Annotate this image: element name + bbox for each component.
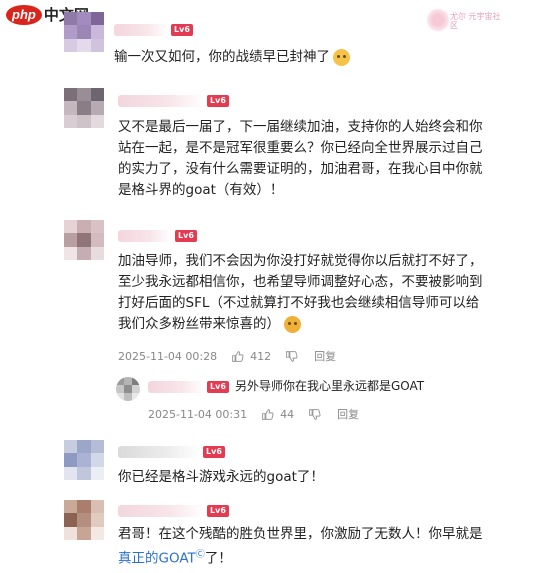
thumbs-up-icon[interactable] [261, 408, 274, 421]
comment-text: 输一次又如何，你的战绩早已封神了 [114, 47, 350, 68]
username[interactable] [118, 446, 200, 458]
comment-text: 君哥！在这个残酷的胜负世界里，你激励了无数人！你早就是 真正的GOATⒸ了！ [118, 526, 483, 567]
watermark-logo: php [6, 4, 42, 25]
avatar[interactable] [64, 440, 104, 480]
comment-text: 你已经是格斗游戏永远的goat了！ [118, 469, 324, 485]
level-badge: Lv6 [207, 381, 229, 393]
reply-button[interactable]: 回复 [314, 348, 336, 364]
comment-meta: 2025-11-04 00:28 412 回复 [118, 348, 336, 364]
decoration-sticker: 尤尔 元宇宙社区 [420, 6, 504, 40]
flower-icon [426, 8, 450, 32]
level-badge: Lv6 [207, 95, 229, 107]
topic-link[interactable]: 真正的GOAT [118, 551, 196, 567]
cat-face-icon [333, 48, 350, 66]
thumbs-up-icon[interactable] [231, 350, 244, 363]
timestamp: 2025-11-04 00:28 [118, 349, 218, 363]
level-badge: Lv6 [203, 446, 225, 458]
like-count: 412 [250, 349, 272, 363]
surprised-face-icon [284, 315, 301, 333]
username[interactable] [118, 230, 172, 242]
timestamp: 2025-11-04 00:31 [148, 407, 248, 421]
level-badge: Lv6 [175, 230, 197, 242]
username[interactable] [118, 95, 204, 107]
avatar[interactable] [64, 220, 104, 260]
username[interactable] [148, 381, 204, 393]
avatar[interactable] [64, 12, 104, 52]
like-count: 44 [280, 407, 295, 421]
decoration-text: 尤尔 元宇宙社区 [450, 12, 501, 30]
reply-meta: 2025-11-04 00:31 44 回复 [148, 406, 359, 422]
comment-text: 又不是最后一届了，下一届继续加油，支持你的人始终会和你 站在一起，是不是冠军很重… [118, 119, 483, 198]
thumbs-down-icon[interactable] [308, 408, 321, 421]
avatar[interactable] [64, 88, 104, 128]
username[interactable] [118, 505, 204, 517]
username[interactable] [114, 24, 168, 36]
thumbs-down-icon[interactable] [285, 350, 298, 363]
avatar[interactable] [116, 377, 140, 401]
link-icon: Ⓒ [195, 550, 205, 560]
avatar[interactable] [64, 500, 104, 540]
level-badge: Lv6 [171, 24, 193, 36]
level-badge: Lv6 [207, 505, 229, 517]
reply-text: 另外导师你在我心里永远都是GOAT [235, 379, 425, 393]
reply-button[interactable]: 回复 [337, 406, 359, 422]
comment-text: 加油导师，我们不会因为你没打好就觉得你以后就打不好了， 至少我永远都相信你，也希… [118, 253, 483, 333]
